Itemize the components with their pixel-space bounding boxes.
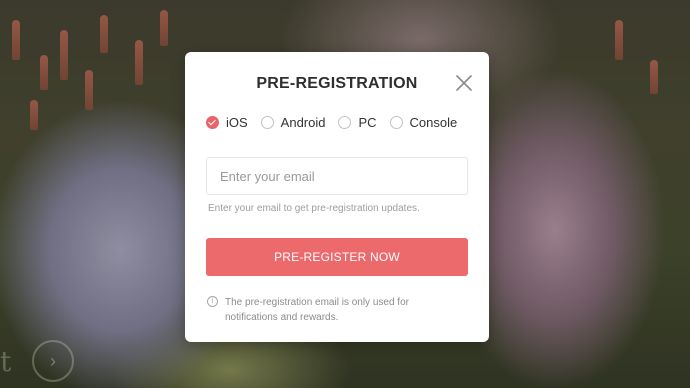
platform-option-ios[interactable]: iOS <box>206 115 248 130</box>
background-flower <box>60 30 68 80</box>
background-flower <box>650 60 658 94</box>
background-letter-decoration: t <box>0 345 12 378</box>
info-icon: i <box>207 296 218 307</box>
notice-text: The pre-registration email is only used … <box>225 297 409 323</box>
background-flower <box>40 55 48 90</box>
background-flower <box>30 100 38 130</box>
email-hint: Enter your email to get pre-registration… <box>208 203 420 214</box>
close-icon[interactable] <box>455 74 473 92</box>
background-flower <box>100 15 108 53</box>
radio-unchecked-icon[interactable] <box>338 116 352 129</box>
background-flower <box>12 20 20 60</box>
platform-option-pc[interactable]: PC <box>338 115 377 130</box>
background-arrow-icon: › <box>32 340 74 382</box>
radio-unchecked-icon[interactable] <box>389 116 403 129</box>
pre-register-button[interactable]: PRE-REGISTER NOW <box>206 238 468 276</box>
email-input[interactable] <box>206 157 468 195</box>
platform-label: iOS <box>226 115 248 130</box>
platform-label: Android <box>280 115 326 130</box>
modal-title: PRE-REGISTRATION <box>256 75 418 92</box>
radio-checked-icon[interactable] <box>206 116 219 129</box>
radio-unchecked-icon[interactable] <box>260 116 274 129</box>
background-flower <box>615 20 623 60</box>
background-flower <box>160 10 168 46</box>
platform-option-console[interactable]: Console <box>389 115 458 130</box>
pre-registration-modal: PRE-REGISTRATION iOS Android PC Console … <box>185 52 489 342</box>
platform-label: Console <box>409 115 458 130</box>
platform-option-android[interactable]: Android <box>260 115 326 130</box>
privacy-notice: i The pre-registration email is only use… <box>207 295 457 325</box>
background-flower <box>135 40 143 85</box>
platform-selector: iOS Android PC Console <box>206 115 470 130</box>
background-flower <box>85 70 93 110</box>
platform-label: PC <box>358 115 377 130</box>
